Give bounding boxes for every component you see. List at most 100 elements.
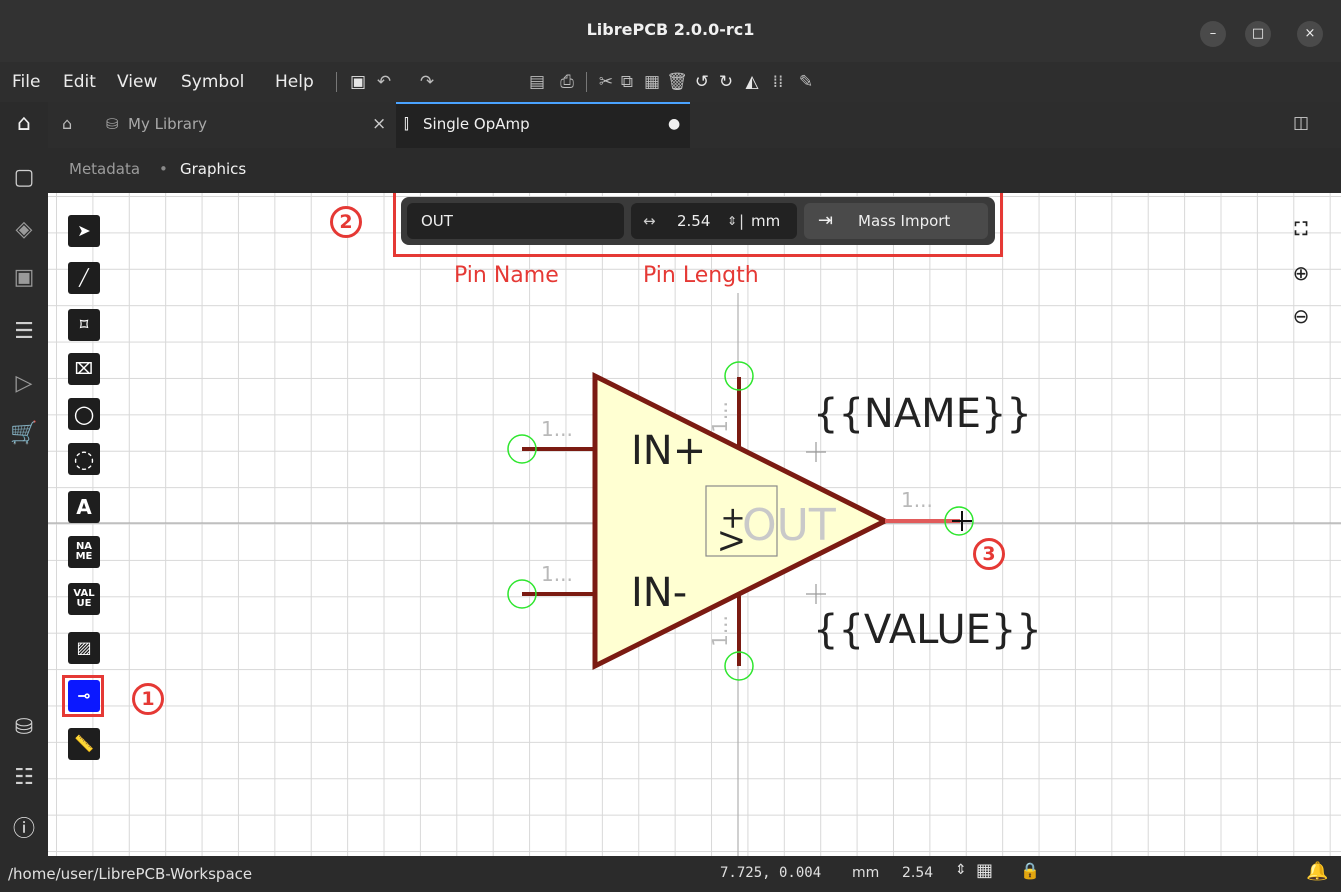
tab-my-library[interactable]: ⌂ ⛁ My Library × [48,102,396,148]
redo-icon[interactable]: ↷ [415,70,439,94]
run-icon[interactable]: ▷ [8,368,40,400]
fullscreen-icon[interactable]: ⛶ [1288,217,1314,243]
import-icon: ⇥ [818,210,834,231]
symbol-graphics [48,293,1341,856]
database-icon: ⛁ [106,115,119,133]
draw-rect-tool[interactable]: ⌑ [68,309,100,341]
window-title: LibrePCB 2.0.0-rc1 [586,20,755,39]
split-view-icon[interactable]: ◫ [1290,112,1312,134]
mass-import-button[interactable]: ⇥ Mass Import [804,203,988,239]
breadcrumb-metadata[interactable]: Metadata [69,160,140,178]
settings-sliders-icon[interactable]: ☷ [8,762,40,794]
pin-length-unit[interactable]: mm [751,203,780,239]
pin-toolbar: OUT ↔ 2.54 ⇕ | mm ⇥ Mass Import [401,197,995,245]
menu-help[interactable]: Help [275,72,314,92]
grid-interval[interactable]: 2.54 [902,865,933,881]
grid-icon[interactable]: ▦ [976,860,993,881]
rotate-cw-icon[interactable]: ↻ [714,70,738,94]
layers-icon[interactable]: ◈ [8,214,40,246]
pin-name-input[interactable]: OUT [407,203,624,239]
chip-icon[interactable]: ▣ [8,262,40,294]
status-bar: /home/user/LibrePCB-Workspace 7.725, 0.0… [0,856,1341,892]
cursor-coordinates: 7.725, 0.004 [720,865,822,881]
length-arrows-icon: ↔ [643,212,656,230]
measure-tool[interactable]: 📏 [68,728,100,760]
symbol-icon: ⫿ [404,115,409,133]
annotation-marker-1: 1 [132,683,164,715]
undo-icon[interactable]: ↶ [372,70,396,94]
delete-icon[interactable]: 🗑 [665,70,689,94]
coordinate-unit[interactable]: mm [852,865,879,881]
draw-circle-tool[interactable]: ○ [68,398,100,430]
print-icon[interactable]: ⎙ [555,70,579,94]
cart-icon[interactable]: 🛒 [8,418,40,450]
grid-icon[interactable]: ⁞⁞ [766,70,790,94]
add-value-tool[interactable]: VAL UE [68,583,100,615]
zoom-out-icon[interactable]: ⊖ [1288,303,1314,329]
draw-line-tool[interactable]: ╱ [68,262,100,294]
save-icon[interactable]: ▣ [346,70,370,94]
pin-length-caption: Pin Length [643,263,759,288]
pin-number: 1... [707,401,732,433]
database-icon[interactable]: ⛁ [8,712,40,744]
highlight-box-1 [62,675,104,717]
add-name-tool[interactable]: NA ME [68,536,100,568]
symbol-editor-canvas[interactable]: IN+ IN- OUT V+ 1... 1... 1... 1... 1... … [48,193,1341,856]
breadcrumb-separator: • [159,160,168,178]
tab-bar: ⌂ ⛁ My Library × ⫿ Single OpAmp ● ◫ [48,102,1341,148]
mirror-icon[interactable]: ◭ [740,70,764,94]
pin-label-in-plus[interactable]: IN+ [631,428,706,474]
add-image-tool[interactable]: ▨ [68,632,100,664]
select-tool[interactable]: ➤ [68,215,100,247]
toolbar-separator [586,72,587,92]
name-text-field[interactable]: {{NAME}} [813,391,1032,437]
pin-number: 1... [707,615,732,647]
pin-label-in-minus[interactable]: IN- [631,570,687,616]
export-pdf-icon[interactable]: ▤ [525,70,549,94]
modified-indicator: ● [668,116,681,132]
spinner-icon[interactable]: ⇕ [955,862,967,878]
help-icon[interactable]: ⓘ [8,814,40,846]
maximize-button[interactable]: □ [1245,21,1271,47]
pin-number: 1... [541,562,573,586]
menu-view[interactable]: View [117,72,157,92]
home-icon: ⌂ [62,114,73,133]
toolbar-separator [336,72,337,92]
library-icon[interactable]: ▢ [8,162,40,194]
tab-single-opamp[interactable]: ⫿ Single OpAmp ● [396,102,690,148]
annotation-marker-3: 3 [973,538,1005,570]
add-text-tool[interactable]: A [68,491,100,523]
paste-icon[interactable]: ▦ [640,70,664,94]
checklist-icon[interactable]: ☰ [8,316,40,348]
annotation-marker-2: 2 [330,206,362,238]
minimize-button[interactable]: – [1200,21,1226,47]
menu-edit[interactable]: Edit [63,72,96,92]
notification-bell-icon[interactable]: 🔔 [1306,861,1328,882]
zoom-in-icon[interactable]: ⊕ [1288,260,1314,286]
copy-icon[interactable]: ⧉ [615,70,639,94]
activity-bar: ⌂ ▢ ◈ ▣ ☰ ▷ 🛒 ⛁ ☷ ⓘ [0,102,48,856]
value-text-field[interactable]: {{VALUE}} [813,607,1042,653]
breadcrumb-graphics[interactable]: Graphics [180,160,246,178]
properties-icon[interactable]: ✎ [794,70,818,94]
close-icon[interactable]: × [372,102,386,146]
menu-bar: File Edit View Symbol Help ▣ ↶ ↷ ▤ ⎙ ✂ ⧉… [0,62,1341,102]
draw-arc-tool[interactable]: ◌ [68,443,100,475]
spinner-icon[interactable]: ⇕ [727,203,737,239]
tab-label: My Library [128,115,208,133]
workspace-path: /home/user/LibrePCB-Workspace [8,865,253,883]
draw-polygon-tool[interactable]: ⌧ [68,353,100,385]
pin-label-vplus[interactable]: V+ [715,506,750,552]
pin-length-input[interactable]: ↔ 2.54 ⇕ | mm [631,203,797,239]
close-button[interactable]: × [1297,21,1323,47]
menu-symbol[interactable]: Symbol [181,72,244,92]
pin-name-caption: Pin Name [454,263,559,288]
home-icon[interactable]: ⌂ [8,108,40,140]
pin-label-out[interactable]: OUT [742,500,836,551]
menu-file[interactable]: File [12,72,40,92]
pin-number: 1... [901,488,933,512]
lock-icon[interactable]: 🔒 [1020,861,1040,880]
app-window: LibrePCB 2.0.0-rc1 – □ × File Edit View … [0,0,1341,892]
mass-import-label: Mass Import [858,212,951,230]
rotate-ccw-icon[interactable]: ↺ [690,70,714,94]
